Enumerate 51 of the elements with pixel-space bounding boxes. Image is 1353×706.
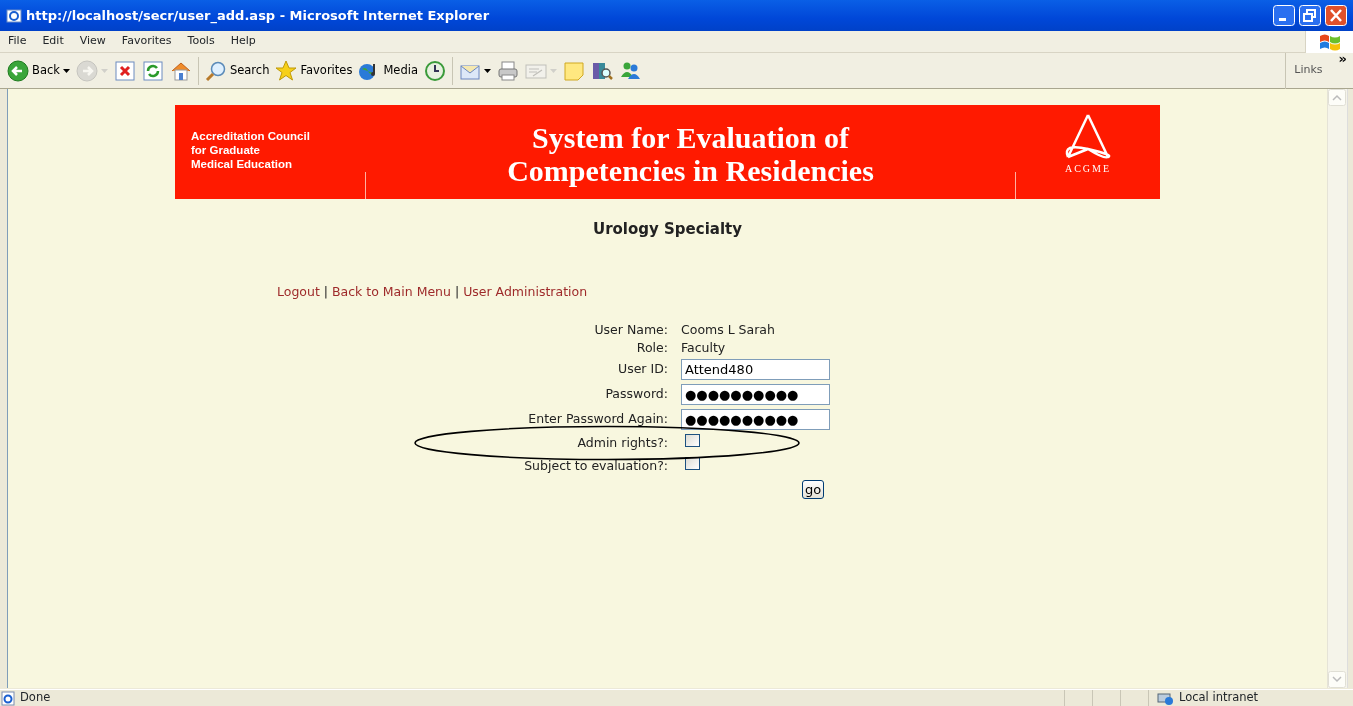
- search-icon[interactable]: [204, 59, 227, 82]
- back-button[interactable]: Back: [4, 55, 73, 86]
- field-label: Enter Password Again:: [527, 410, 668, 429]
- field-label: Role:: [635, 339, 668, 358]
- status-text: Done: [20, 689, 51, 706]
- field-label: Subject to evaluation?:: [523, 457, 668, 475]
- menu-item[interactable]: Help: [222, 33, 264, 50]
- menu-item[interactable]: Tools: [179, 33, 223, 50]
- favorites-button[interactable]: Favorites: [272, 55, 356, 86]
- links-toolbar-label[interactable]: Links: [1294, 62, 1323, 79]
- field-value: Cooms L Sarah: [681, 322, 775, 338]
- media-button[interactable]: Media: [355, 55, 421, 86]
- banner-title: System for Evaluation of: [531, 121, 851, 154]
- input-field[interactable]: ●●●●●●●●●●: [681, 384, 830, 406]
- banner-title: Competencies in Residencies: [506, 154, 875, 187]
- page-heading: Urology Specialty: [592, 219, 743, 240]
- menu-item[interactable]: Edit: [34, 33, 72, 50]
- field-value: Faculty: [681, 340, 726, 356]
- zone-text: Local intranet: [1179, 689, 1259, 706]
- chevron-icon[interactable]: »: [1338, 52, 1347, 65]
- input-field[interactable]: Attend480: [681, 359, 830, 381]
- input-field[interactable]: ●●●●●●●●●●: [681, 409, 830, 431]
- nav-link[interactable]: Back to Main Menu: [332, 283, 451, 299]
- menu-item[interactable]: Favorites: [113, 33, 180, 50]
- star-icon[interactable]: [275, 59, 298, 82]
- menu-item[interactable]: View: [71, 33, 114, 50]
- field-label: User Name:: [593, 321, 668, 340]
- go-button[interactable]: go: [802, 479, 825, 499]
- back-icon[interactable]: [7, 59, 29, 82]
- restore-icon[interactable]: [1299, 5, 1321, 26]
- minimize-icon[interactable]: [1273, 5, 1295, 26]
- nav-link[interactable]: Logout: [277, 283, 320, 299]
- checkbox[interactable]: [685, 434, 700, 448]
- field-label: Password:: [604, 385, 668, 404]
- window-title: http://localhost/secr/user_add.asp - Microsoft Internet Explorer: [26, 6, 490, 26]
- nav-link[interactable]: User Administration: [463, 283, 588, 299]
- caret-icon[interactable]: [62, 68, 70, 73]
- separator-text: |: [322, 283, 329, 299]
- field-label: User ID:: [617, 360, 668, 379]
- search-button[interactable]: Search: [201, 55, 273, 86]
- caret-icon[interactable]: [483, 68, 491, 73]
- close-icon[interactable]: [1325, 5, 1347, 26]
- menu-item[interactable]: File: [0, 33, 35, 50]
- browser-page-icon: [6, 7, 22, 24]
- network-icon: [1157, 690, 1175, 706]
- organization-name: Medical Education: [191, 157, 293, 171]
- organization-name: for Graduate: [191, 143, 261, 157]
- separator-text: |: [453, 283, 461, 299]
- field-label: Admin rights?:: [576, 434, 668, 453]
- logo-text: ACGME: [1064, 162, 1112, 176]
- organization-name: Accreditation Council: [191, 129, 311, 143]
